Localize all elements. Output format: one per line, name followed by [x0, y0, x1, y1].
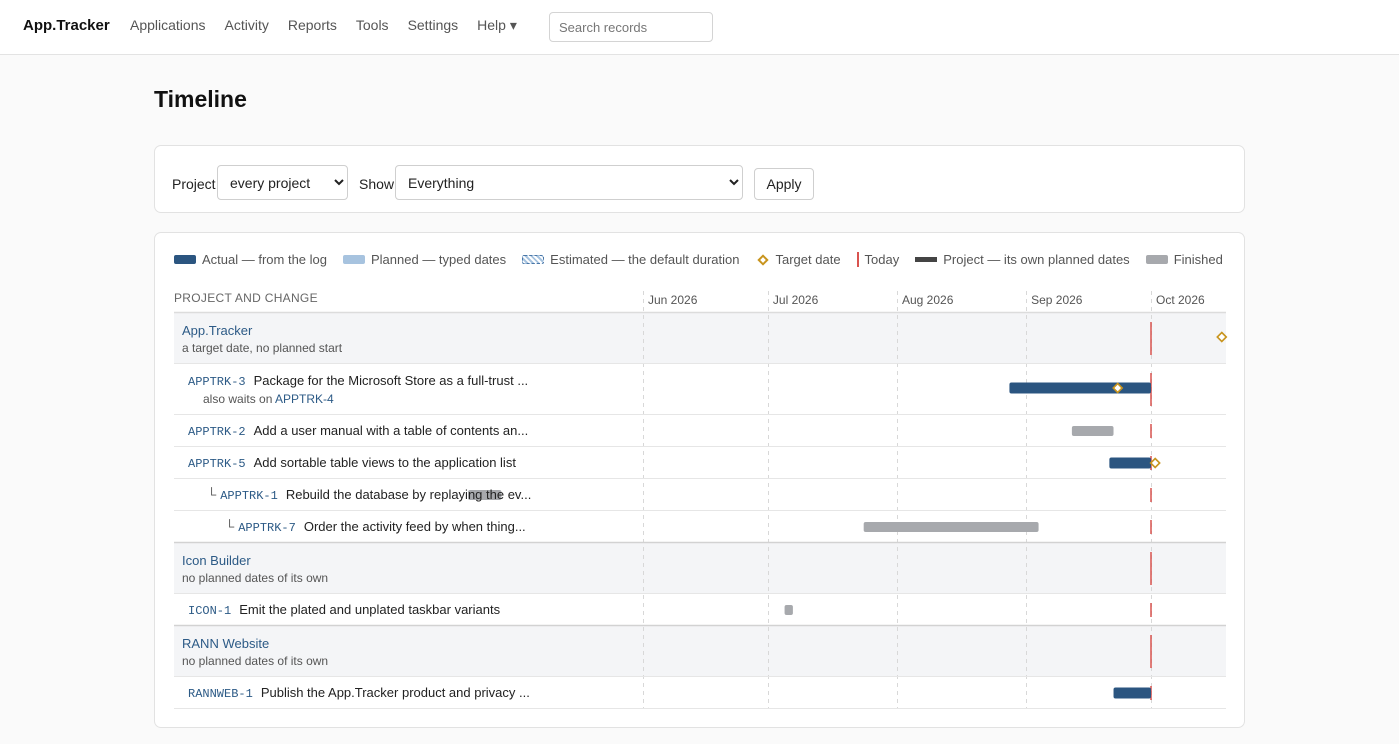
project-filter-label: Project [172, 176, 216, 192]
show-filter-label: Show [359, 176, 395, 192]
change-row: ICON-1 Emit the plated and unplated taskb… [188, 602, 500, 618]
change-title: Rebuild the database by replaying the ev… [285, 487, 532, 502]
project-select[interactable]: every project [217, 165, 348, 200]
month-label: Jun 2026 [648, 293, 698, 307]
show-select[interactable]: Everything [395, 165, 743, 200]
nav-tools[interactable]: Tools [356, 17, 389, 34]
project-row: App.Tracker a target date, no planned sta… [182, 323, 342, 355]
nav-applications[interactable]: Applications [130, 17, 206, 34]
change-key-link[interactable]: APPTRK-5 [188, 457, 246, 471]
dependency-link[interactable]: APPTRK-4 [275, 392, 334, 406]
change-line: APPTRK-5 Add sortable table views to the … [188, 455, 516, 471]
change-key-link[interactable]: APPTRK-7 [238, 521, 296, 535]
change-title: Order the activity feed by when thing... [303, 519, 526, 534]
project-row-background [174, 543, 1226, 594]
project-row: RANN Website no planned dates of its own [182, 636, 328, 668]
change-line: APPTRK-2 Add a user manual with a table o… [188, 423, 528, 439]
month-label: Oct 2026 [1156, 293, 1205, 307]
filter-card: Project every project Show Everything Ap… [154, 145, 1245, 213]
bar-apptrk-3[interactable] [1009, 382, 1151, 394]
project-row-background [174, 626, 1226, 677]
change-title: Add sortable table views to the applicat… [253, 455, 516, 470]
change-key-link[interactable]: APPTRK-1 [220, 489, 278, 503]
project-subtitle: no planned dates of its own [182, 571, 329, 585]
nav-reports[interactable]: Reports [288, 17, 337, 34]
page-title: Timeline [154, 86, 247, 112]
month-label: Sep 2026 [1031, 293, 1083, 307]
tree-connector-icon: └ [207, 487, 217, 502]
bar-icon-1[interactable] [784, 605, 793, 615]
change-row: APPTRK-2 Add a user manual with a table o… [188, 423, 528, 439]
target-diamond-apptrk-5[interactable] [1149, 457, 1161, 469]
bar-apptrk-7[interactable] [863, 522, 1039, 532]
change-line: RANNWEB-1 Publish the App.Tracker product… [188, 685, 530, 701]
project-name-link[interactable]: Icon Builder [182, 553, 328, 568]
change-line: APPTRK-3 Package for the Microsoft Store … [188, 373, 528, 389]
change-row: └ APPTRK-7 Order the activity feed by when… [225, 519, 526, 535]
change-key-link[interactable]: APPTRK-3 [188, 375, 246, 389]
timeline-card: Actual — from the log Planned — typed da… [154, 232, 1245, 728]
change-key-link[interactable]: RANNWEB-1 [188, 687, 253, 701]
project-subtitle: no planned dates of its own [182, 654, 329, 668]
project-name-link[interactable]: App.Tracker [182, 323, 342, 338]
project-name-link[interactable]: RANN Website [182, 636, 328, 651]
brand-logo[interactable]: App.Tracker [23, 17, 110, 34]
search-input[interactable] [549, 12, 713, 42]
nav-activity[interactable]: Activity [225, 17, 269, 34]
project-row: Icon Builder no planned dates of its own [182, 553, 328, 585]
change-line: └ APPTRK-1 Rebuild the database by replayi… [207, 487, 531, 503]
change-key-link[interactable]: APPTRK-2 [188, 425, 246, 439]
nav-settings[interactable]: Settings [408, 17, 459, 34]
bar-rannweb-1[interactable] [1113, 687, 1151, 699]
change-row: RANNWEB-1 Publish the App.Tracker product… [188, 685, 530, 701]
top-navigation-bar: App.Tracker Applications Activity Report… [0, 0, 1399, 55]
apply-button[interactable]: Apply [754, 168, 814, 200]
nav-help-dropdown[interactable]: Help ▾ [477, 17, 517, 34]
month-label: Aug 2026 [902, 293, 954, 307]
change-row: APPTRK-5 Add sortable table views to the … [188, 455, 516, 471]
tree-connector-icon: └ [225, 519, 235, 534]
change-line: └ APPTRK-7 Order the activity feed by when… [225, 519, 526, 535]
bar-apptrk-2[interactable] [1071, 426, 1114, 436]
change-title: Emit the plated and unplated taskbar var… [239, 602, 501, 617]
project-subtitle: a target date, no planned start [182, 341, 343, 355]
bar-apptrk-5[interactable] [1109, 457, 1151, 469]
change-row: APPTRK-3 Package for the Microsoft Store … [188, 373, 528, 406]
change-title: Package for the Microsoft Store as a ful… [253, 373, 529, 388]
change-row: └ APPTRK-1 Rebuild the database by replayi… [207, 487, 531, 503]
change-title: Add a user manual with a table of conten… [253, 423, 529, 438]
change-line: ICON-1 Emit the plated and unplated taskb… [188, 602, 500, 618]
change-title: Publish the App.Tracker product and priv… [260, 685, 530, 700]
column-header: PROJECT AND CHANGE [174, 291, 318, 305]
change-key-link[interactable]: ICON-1 [188, 604, 231, 618]
dependency-note: also waits on APPTRK-4 [188, 392, 528, 406]
main-nav: Applications Activity Reports Tools Sett… [130, 17, 517, 34]
month-label: Jul 2026 [772, 293, 819, 307]
dependency-note-prefix: also waits on [203, 392, 276, 406]
